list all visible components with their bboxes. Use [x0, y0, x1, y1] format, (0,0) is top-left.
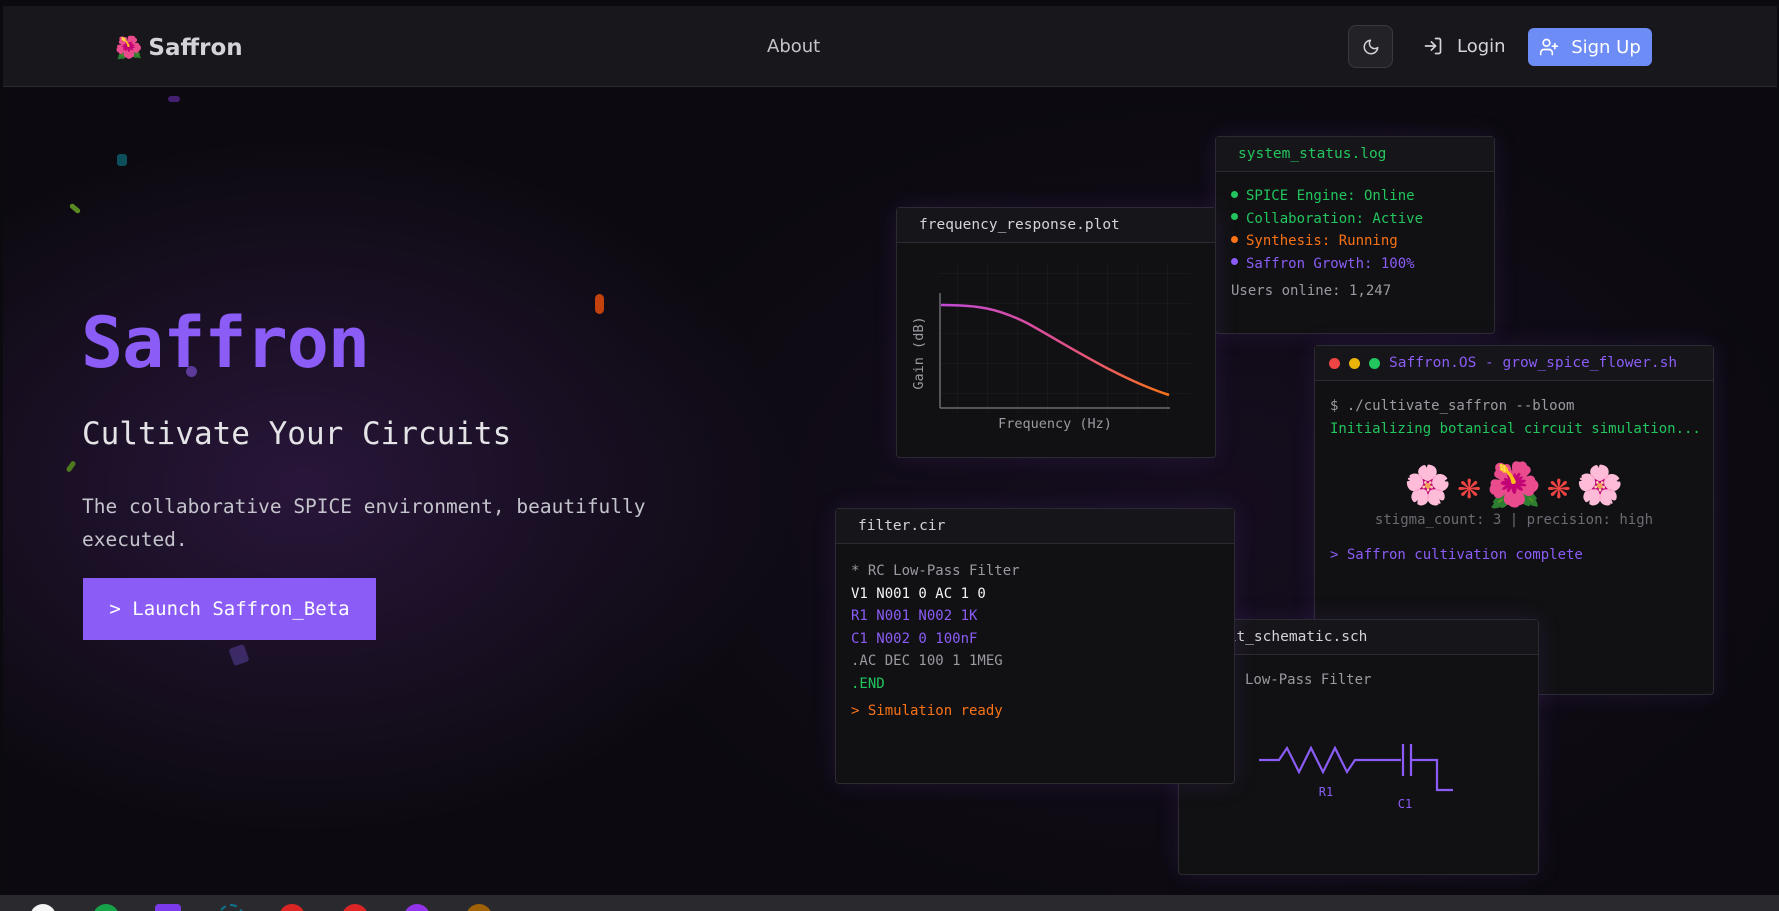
- status-window-title: system_status.log: [1216, 137, 1494, 172]
- plot-xlabel: Frequency (Hz): [998, 416, 1112, 432]
- asterisk-flower-icon: ❋: [1457, 463, 1481, 507]
- terminal-stats: stigma_count: 3 | precision: high: [1374, 512, 1654, 528]
- login-label: Login: [1457, 35, 1506, 57]
- signup-button[interactable]: Sign Up: [1528, 28, 1652, 66]
- theme-toggle-button[interactable]: [1348, 25, 1393, 68]
- status-line-text: Saffron Growth: 100%: [1246, 255, 1415, 272]
- hero-title: Saffron: [81, 302, 370, 384]
- particle: [228, 643, 250, 667]
- status-window-title-text: system_status.log: [1238, 146, 1387, 162]
- login-button[interactable]: Login: [1423, 28, 1506, 64]
- nav-about-link[interactable]: About: [767, 36, 820, 57]
- hibiscus-icon: 🌺: [115, 35, 143, 61]
- status-line-text: SPICE Engine: Online: [1246, 188, 1415, 204]
- signup-label: Sign Up: [1571, 36, 1641, 58]
- code-line: * RC Low-Pass Filter: [851, 563, 1020, 579]
- code-line: C1 N002 0 100nF: [851, 630, 978, 647]
- resistor-symbol: [1259, 745, 1401, 775]
- filter-window[interactable]: filter.cir * RC Low-Pass Filter V1 N001 …: [835, 508, 1235, 784]
- taskbar: [0, 895, 1779, 911]
- hero-subtitle: Cultivate Your Circuits: [82, 416, 512, 452]
- filter-window-title: filter.cir: [836, 509, 1234, 544]
- particle: [595, 294, 604, 314]
- filter-title-text: filter.cir: [858, 518, 946, 534]
- moon-icon: [1363, 39, 1378, 54]
- code-line: .AC DEC 100 1 1MEG: [851, 653, 1003, 669]
- status-line: Synthesis: Running: [1231, 230, 1479, 253]
- terminal-window-title: Saffron.OS - grow_spice_flower.sh: [1315, 346, 1713, 381]
- status-dot-icon: [1231, 190, 1238, 198]
- plot-window[interactable]: frequency_response.plot Frequency (Hz) G…: [896, 207, 1216, 458]
- ground-wire: [1411, 758, 1453, 792]
- particle: [168, 96, 180, 102]
- brand-logo[interactable]: 🌺 Saffron: [115, 30, 243, 66]
- particle: [117, 154, 127, 166]
- minimize-dot-icon[interactable]: [1349, 357, 1360, 369]
- flower-row: 🌸 ❋ 🌺 ❋ 🌸: [1315, 460, 1713, 511]
- code-line: R1 N001 N002 1K: [851, 608, 978, 624]
- plot-window-title: frequency_response.plot: [897, 208, 1215, 243]
- asterisk-flower-icon: ❋: [1547, 463, 1571, 507]
- user-plus-icon: [1540, 38, 1559, 56]
- brand-name: Saffron: [148, 35, 243, 61]
- cherry-blossom-icon: 🌸: [1576, 462, 1624, 507]
- resistor-label: R1: [1319, 785, 1333, 799]
- hibiscus-icon: 🌺: [1486, 460, 1542, 511]
- status-window[interactable]: system_status.log SPICE Engine: Online C…: [1215, 136, 1495, 334]
- simulation-ready: > Simulation ready: [851, 703, 1003, 719]
- terminal-title-text: Saffron.OS - grow_spice_flower.sh: [1389, 355, 1678, 371]
- app-icon[interactable]: [155, 904, 181, 911]
- status-line-text: Synthesis: Running: [1246, 233, 1398, 249]
- terminal-init: Initializing botanical circuit simulatio…: [1330, 420, 1701, 437]
- code-line: .END: [851, 675, 885, 692]
- hero-description: The collaborative SPICE environment, bea…: [82, 495, 646, 551]
- plot-ylabel: Gain (dB): [911, 316, 927, 389]
- status-dot-icon: [1231, 213, 1238, 220]
- code-line: V1 N001 0 AC 1 0: [851, 585, 986, 602]
- navbar: 🌺 Saffron About Login Sign Up: [3, 6, 1777, 87]
- particle: [68, 202, 82, 215]
- status-dot-icon: [1231, 235, 1238, 243]
- users-online: Users online: 1,247: [1231, 283, 1392, 299]
- particle: [65, 460, 77, 473]
- app-frame: 🌺 Saffron About Login Sign Up Saffron Cu…: [3, 6, 1777, 895]
- close-dot-icon[interactable]: [1329, 357, 1340, 369]
- frequency-plot: Frequency (Hz) Gain (dB): [911, 263, 1191, 432]
- launch-beta-button[interactable]: > Launch Saffron_Beta: [83, 578, 376, 640]
- capacitor-label: C1: [1398, 797, 1412, 811]
- terminal-complete: > Saffron cultivation complete: [1330, 547, 1583, 563]
- terminal-command: $ ./cultivate_saffron --bloom: [1330, 398, 1575, 414]
- maximize-dot-icon[interactable]: [1369, 357, 1380, 369]
- login-icon: [1424, 37, 1442, 55]
- plot-title-text: frequency_response.plot: [919, 217, 1120, 233]
- status-line: SPICE Engine: Online: [1231, 185, 1479, 208]
- status-line: Collaboration: Active: [1231, 208, 1479, 231]
- status-dot-icon: [1231, 258, 1238, 265]
- status-line-text: Collaboration: Active: [1246, 210, 1424, 227]
- cherry-blossom-icon: 🌸: [1404, 462, 1452, 507]
- status-line: Saffron Growth: 100%: [1231, 253, 1479, 276]
